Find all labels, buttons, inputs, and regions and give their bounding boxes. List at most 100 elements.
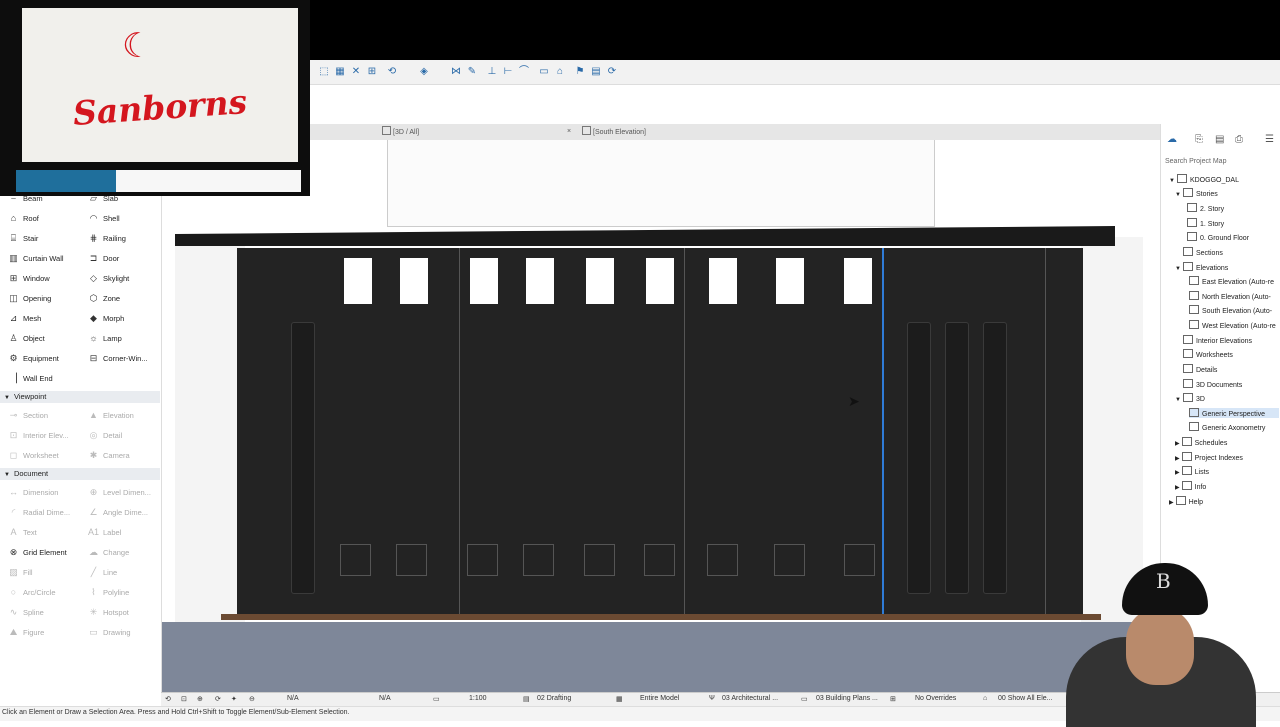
model-view-options-select[interactable]: 03 Building Plans ... (816, 695, 878, 702)
tool-polyline[interactable]: ⌇ Polyline (88, 587, 129, 598)
navigator-item[interactable]: Details (1183, 364, 1217, 374)
scale-value[interactable]: 1:100 (469, 695, 487, 702)
window-opening[interactable] (344, 258, 372, 304)
arrow-select-icon[interactable]: ⬚ (318, 66, 330, 78)
navigator-item[interactable]: 1. Story (1187, 218, 1224, 228)
perspective-icon[interactable]: ◈ (418, 66, 430, 78)
navigator-item[interactable]: ▼ Stories (1175, 188, 1218, 198)
tool-skylight[interactable]: ◇ Skylight (88, 273, 129, 284)
3d-viewport[interactable] (161, 140, 1160, 692)
tool-roof[interactable]: ⌂ Roof (8, 213, 39, 223)
navigator-item[interactable]: West Elevation (Auto-re (1189, 320, 1276, 330)
navigator-item[interactable]: Worksheets (1183, 349, 1233, 359)
navigator-item[interactable]: 3D Documents (1183, 379, 1242, 389)
project-map-icon[interactable]: ☁ (1167, 134, 1177, 145)
renovation-filter-select[interactable]: 00 Show All Ele... (998, 695, 1052, 702)
window-opening[interactable] (400, 258, 428, 304)
tool-equipment[interactable]: ⚙ Equipment (8, 353, 58, 364)
tool-window[interactable]: ⊞ Window (8, 273, 50, 284)
tool-line[interactable]: ╱ Line (88, 567, 117, 578)
marquee-icon[interactable]: ▦ (334, 66, 346, 78)
tool-angle-dimension[interactable]: ∠ Angle Dime... (88, 507, 148, 518)
tool-section[interactable]: ⊸ Section (8, 410, 48, 421)
zoom-in-icon[interactable]: ⊕ (197, 695, 203, 703)
layout-icon[interactable]: ▤ (590, 66, 602, 78)
navigator-item-selected[interactable]: Generic Perspective (1189, 408, 1279, 418)
box-icon[interactable]: ▭ (538, 66, 550, 78)
tool-radial-dimension[interactable]: ◜ Radial Dime... (8, 507, 70, 518)
zoom-fit-icon[interactable]: ⊡ (181, 695, 187, 703)
tool-mesh[interactable]: ⊿ Mesh (8, 313, 42, 324)
house-icon[interactable]: ⌂ (554, 66, 566, 78)
navigator-item[interactable]: North Elevation (Auto- (1189, 291, 1271, 301)
window-opening[interactable] (470, 258, 498, 304)
layer-combination-select[interactable]: 02 Drafting (537, 695, 571, 702)
window-opening[interactable] (844, 258, 872, 304)
tool-drawing[interactable]: ▭ Drawing (88, 627, 130, 638)
tool-elevation[interactable]: ▲ Elevation (88, 410, 134, 420)
tool-arc-circle[interactable]: ○ Arc/Circle (8, 587, 56, 597)
tool-curtain-wall[interactable]: ▥ Curtain Wall (8, 253, 63, 264)
graphic-overrides-select[interactable]: No Overrides (915, 695, 956, 702)
tool-detail[interactable]: ◎ Detail (88, 430, 123, 441)
cross-icon[interactable]: ✕ (350, 66, 362, 78)
column[interactable] (983, 322, 1007, 594)
tool-figure[interactable]: ⛰ Figure (8, 627, 45, 638)
tool-morph[interactable]: ◆ Morph (88, 313, 124, 324)
window-opening[interactable] (526, 258, 554, 304)
tool-spline[interactable]: ∿ Spline (8, 607, 44, 618)
building-facade[interactable] (237, 248, 1083, 620)
tab-close-button[interactable]: × (567, 126, 571, 138)
tool-grid-element[interactable]: ⊗ Grid Element (8, 547, 67, 558)
window-opening[interactable] (586, 258, 614, 304)
navigator-item[interactable]: ▶ Project Indexes (1175, 452, 1243, 462)
flag-icon[interactable]: ⚑ (574, 66, 586, 78)
tool-lamp[interactable]: ☼ Lamp (88, 333, 121, 343)
view-map-icon[interactable]: ⎘ (1195, 134, 1203, 145)
window-opening[interactable] (776, 258, 804, 304)
tool-object[interactable]: ♙ Object (8, 333, 44, 344)
tool-level-dimension[interactable]: ⊕ Level Dimen... (88, 487, 151, 498)
orbit-icon[interactable]: ⟲ (386, 66, 398, 78)
tool-zone[interactable]: ⬡ Zone (88, 293, 121, 304)
walk-icon[interactable]: ✦ (231, 695, 237, 703)
tool-worksheet[interactable]: ◻ Worksheet (8, 450, 59, 461)
column[interactable] (291, 322, 315, 594)
tool-shell[interactable]: ◠ Shell (88, 213, 120, 224)
tool-railing[interactable]: ⋕ Railing (88, 233, 126, 244)
column[interactable] (945, 322, 969, 594)
section-header-document[interactable]: ▼ Document (0, 468, 160, 480)
layout-book-icon[interactable]: ▤ (1215, 134, 1224, 145)
tool-dimension[interactable]: ↔ Dimension (8, 487, 58, 497)
tool-change[interactable]: ☁ Change (88, 547, 129, 558)
project-map-search[interactable]: Search Project Map (1165, 158, 1279, 168)
navigator-item[interactable]: 0. Ground Floor (1187, 232, 1249, 242)
navigator-project-root[interactable]: ▼ KDOGGO_DAL (1169, 174, 1239, 184)
tool-opening[interactable]: ◫ Opening (8, 293, 51, 304)
navigator-item[interactable]: ▶ Schedules (1175, 437, 1227, 447)
grid-snap-icon[interactable]: ⊞ (366, 66, 378, 78)
zoom-out-icon[interactable]: ⊖ (249, 695, 255, 703)
pen-set-select[interactable]: 03 Architectural ... (722, 695, 778, 702)
navigator-item[interactable]: Generic Axonometry (1189, 422, 1265, 432)
orbit-small-icon[interactable]: ⟳ (215, 695, 221, 703)
section-header-viewpoint[interactable]: ▼ Viewpoint (0, 391, 160, 403)
navigator-item[interactable]: South Elevation (Auto- (1189, 305, 1272, 315)
refresh-icon[interactable]: ⟳ (606, 66, 618, 78)
navigator-item[interactable]: Sections (1183, 247, 1223, 257)
model-view-select[interactable]: Entire Model (640, 695, 679, 702)
tool-wall-end[interactable]: ▕ Wall End (8, 373, 53, 384)
menu-icon[interactable]: ☰ (1265, 134, 1274, 145)
split-icon[interactable]: ⋈ (450, 66, 462, 78)
tool-camera[interactable]: ✱ Camera (88, 450, 130, 461)
publisher-icon[interactable]: ⎙ (1235, 134, 1243, 145)
trim-icon[interactable]: ⊥ (486, 66, 498, 78)
navigator-item[interactable]: ▶ Help (1169, 496, 1203, 506)
navigator-item[interactable]: ▼ Elevations (1175, 262, 1228, 272)
navigator-item[interactable]: 2. Story (1187, 203, 1224, 213)
window-opening[interactable] (646, 258, 674, 304)
undo-icon[interactable]: ⟲ (165, 695, 171, 703)
adjust-icon[interactable]: ⊢ (502, 66, 514, 78)
navigator-item[interactable]: ▼ 3D (1175, 393, 1205, 403)
navigator-item[interactable]: Interior Elevations (1183, 335, 1252, 345)
